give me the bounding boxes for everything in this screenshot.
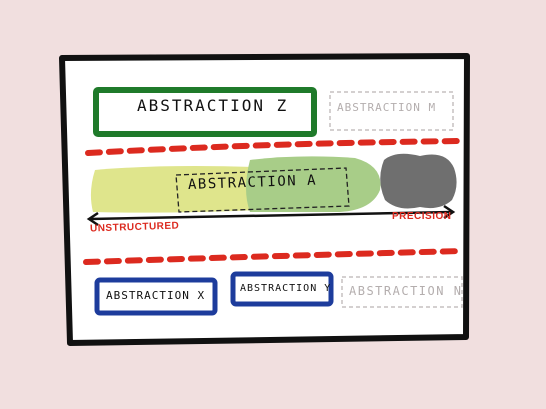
label-abstraction-x: ABSTRACTION X — [106, 289, 206, 302]
wash-gray — [380, 153, 457, 209]
axis-label-precision: PRECISION — [392, 211, 452, 222]
label-abstraction-y: ABSTRACTION Y — [240, 283, 332, 294]
label-abstraction-z: ABSTRACTION Z — [137, 96, 289, 115]
label-abstraction-m: ABSTRACTION M — [337, 101, 437, 114]
diagram-drawing — [59, 53, 470, 346]
canvas: ABSTRACTION Z ABSTRACTION M ABSTRACTION … — [0, 0, 546, 409]
label-abstraction-n: ABSTRACTION N — [349, 284, 463, 298]
